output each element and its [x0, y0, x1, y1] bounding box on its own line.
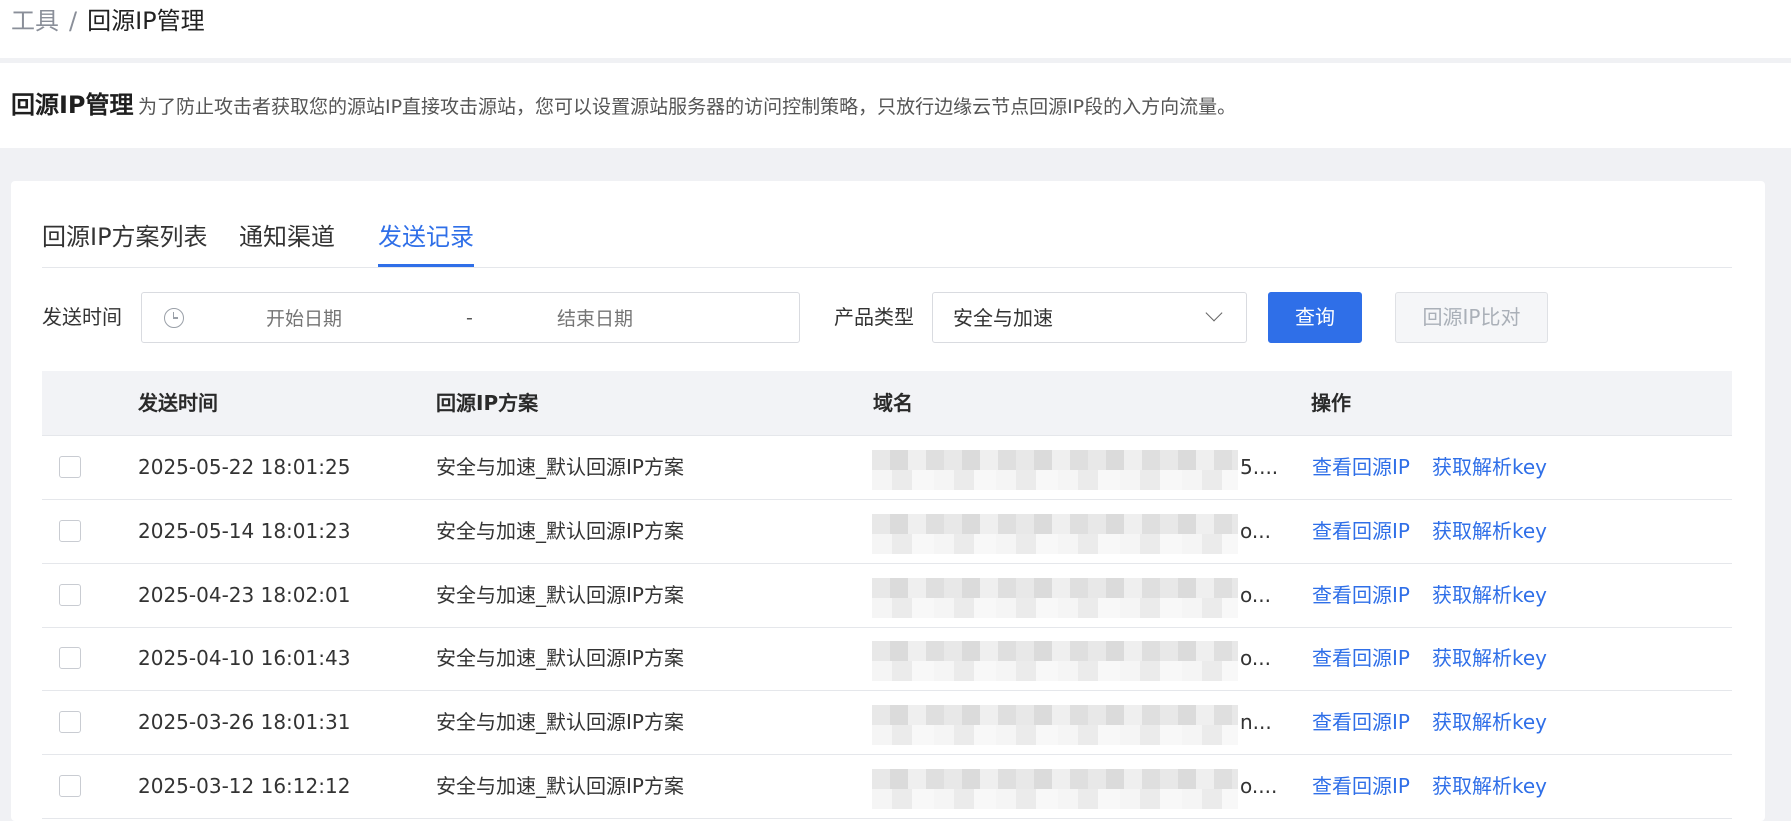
compare-ip-button[interactable]: 回源IP比对	[1395, 292, 1548, 343]
breadcrumb-parent-link[interactable]: 工具	[11, 7, 59, 35]
domain-redacted	[872, 705, 1238, 745]
view-origin-ip-link[interactable]: 查看回源IP	[1312, 582, 1410, 608]
row-send-time: 2025-04-10 16:01:43	[138, 646, 351, 670]
table-row: 2025-03-26 18:01:31 安全与加速_默认回源IP方案 n... …	[42, 691, 1732, 755]
domain-redacted	[872, 514, 1238, 554]
get-resolve-key-link[interactable]: 获取解析key	[1432, 709, 1547, 735]
row-domain-tail: o...	[1240, 519, 1271, 543]
row-domain-tail: o...	[1240, 583, 1271, 607]
row-checkbox[interactable]	[59, 775, 81, 797]
get-resolve-key-link[interactable]: 获取解析key	[1432, 773, 1547, 799]
product-type-select[interactable]: 安全与加速	[932, 292, 1247, 343]
row-checkbox[interactable]	[59, 711, 81, 733]
table-row: 2025-04-23 18:02:01 安全与加速_默认回源IP方案 o... …	[42, 564, 1732, 628]
row-checkbox[interactable]	[59, 456, 81, 478]
row-send-time: 2025-03-12 16:12:12	[138, 774, 351, 798]
row-checkbox[interactable]	[59, 584, 81, 606]
view-origin-ip-link[interactable]: 查看回源IP	[1312, 518, 1410, 544]
view-origin-ip-link[interactable]: 查看回源IP	[1312, 454, 1410, 480]
row-plan: 安全与加速_默认回源IP方案	[436, 455, 684, 479]
tab-bar: 回源IP方案列表 通知渠道 发送记录	[42, 219, 1732, 268]
page-title: 回源IP管理	[11, 91, 134, 119]
row-send-time: 2025-05-22 18:01:25	[138, 455, 351, 479]
get-resolve-key-link[interactable]: 获取解析key	[1432, 518, 1547, 544]
row-send-time: 2025-03-26 18:01:31	[138, 710, 351, 734]
top-bar: 工具 / 回源IP管理	[0, 0, 1791, 58]
tab-send-records[interactable]: 发送记录	[378, 219, 474, 267]
clock-icon	[164, 308, 184, 328]
column-header-actions: 操作	[1311, 391, 1351, 415]
send-time-label: 发送时间	[42, 305, 122, 329]
row-plan: 安全与加速_默认回源IP方案	[436, 519, 684, 543]
get-resolve-key-link[interactable]: 获取解析key	[1432, 582, 1547, 608]
page-header: 回源IP管理 为了防止攻击者获取您的源站IP直接攻击源站，您可以设置源站服务器的…	[0, 63, 1791, 148]
breadcrumb: 工具 / 回源IP管理	[11, 6, 205, 36]
date-range-picker[interactable]: -	[141, 292, 800, 343]
tab-notification-channel[interactable]: 通知渠道	[239, 219, 335, 255]
column-header-send-time: 发送时间	[138, 391, 218, 415]
row-send-time: 2025-04-23 18:02:01	[138, 583, 351, 607]
view-origin-ip-link[interactable]: 查看回源IP	[1312, 773, 1410, 799]
row-domain-tail: o...	[1240, 646, 1271, 670]
chevron-down-icon	[1205, 304, 1223, 322]
table-row: 2025-05-22 18:01:25 安全与加速_默认回源IP方案 5....…	[42, 436, 1732, 500]
row-plan: 安全与加速_默认回源IP方案	[436, 646, 684, 670]
content-card: 回源IP方案列表 通知渠道 发送记录 发送时间 - 产品类型 安全与加速 查询 …	[11, 181, 1765, 821]
row-plan: 安全与加速_默认回源IP方案	[436, 774, 684, 798]
row-checkbox[interactable]	[59, 520, 81, 542]
view-origin-ip-link[interactable]: 查看回源IP	[1312, 709, 1410, 735]
table-row: 2025-03-12 16:12:12 安全与加速_默认回源IP方案 o....…	[42, 755, 1732, 819]
domain-redacted	[872, 578, 1238, 618]
start-date-input[interactable]	[222, 305, 386, 333]
page-description: 为了防止攻击者获取您的源站IP直接攻击源站，您可以设置源站服务器的访问控制策略，…	[138, 96, 1237, 118]
table-row: 2025-04-10 16:01:43 安全与加速_默认回源IP方案 o... …	[42, 627, 1732, 691]
domain-redacted	[872, 450, 1238, 490]
domain-redacted	[872, 641, 1238, 681]
row-domain-tail: 5....	[1240, 455, 1279, 479]
column-header-domain: 域名	[873, 391, 913, 415]
row-plan: 安全与加速_默认回源IP方案	[436, 583, 684, 607]
row-plan: 安全与加速_默认回源IP方案	[436, 710, 684, 734]
view-origin-ip-link[interactable]: 查看回源IP	[1312, 645, 1410, 671]
tab-plan-list[interactable]: 回源IP方案列表	[42, 219, 208, 255]
product-type-label: 产品类型	[834, 305, 914, 329]
end-date-input[interactable]	[513, 305, 677, 333]
query-button[interactable]: 查询	[1268, 292, 1362, 343]
row-domain-tail: o....	[1240, 774, 1278, 798]
row-checkbox[interactable]	[59, 647, 81, 669]
table-header: 发送时间 回源IP方案 域名 操作	[42, 371, 1732, 436]
get-resolve-key-link[interactable]: 获取解析key	[1432, 645, 1547, 671]
product-type-value: 安全与加速	[953, 306, 1053, 330]
row-domain-tail: n...	[1240, 710, 1272, 734]
domain-redacted	[872, 769, 1238, 809]
breadcrumb-current: 回源IP管理	[87, 7, 205, 35]
breadcrumb-separator: /	[69, 7, 78, 35]
row-send-time: 2025-05-14 18:01:23	[138, 519, 351, 543]
column-header-plan: 回源IP方案	[436, 391, 539, 415]
date-range-separator: -	[466, 307, 473, 329]
get-resolve-key-link[interactable]: 获取解析key	[1432, 454, 1547, 480]
table-row: 2025-05-14 18:01:23 安全与加速_默认回源IP方案 o... …	[42, 500, 1732, 564]
